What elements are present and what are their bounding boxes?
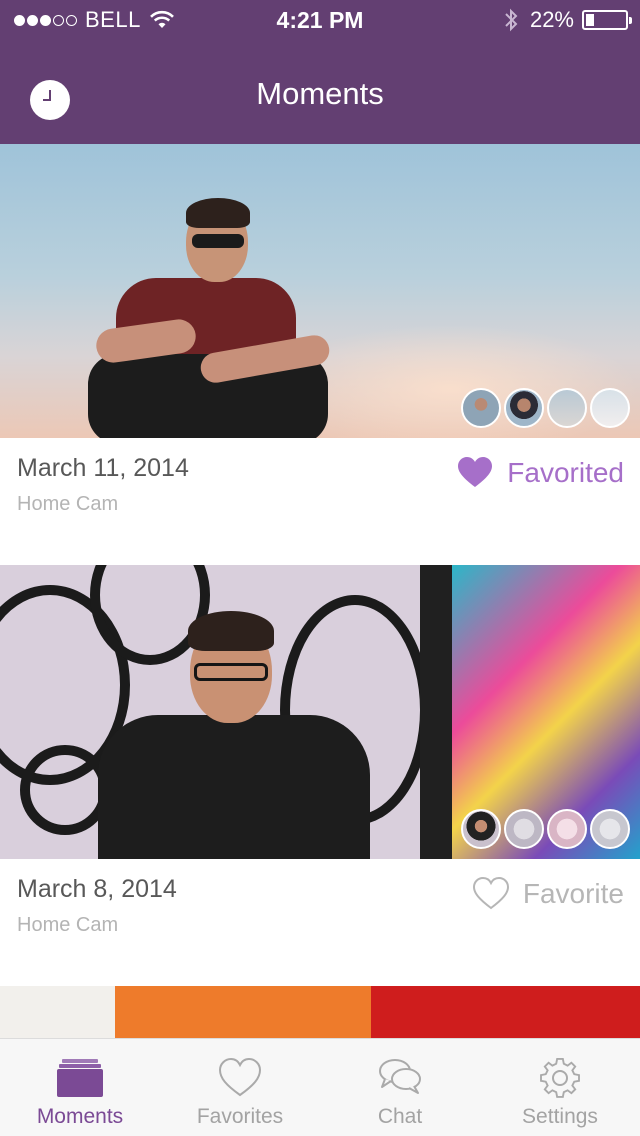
- nav-bar: Moments: [0, 40, 640, 144]
- status-bar: BELL 4:21 PM 22%: [0, 0, 640, 40]
- battery-percent: 22%: [529, 7, 574, 32]
- moments-icon: [57, 1059, 103, 1097]
- heart-filled-icon: [458, 457, 493, 487]
- bluetooth-icon: [505, 8, 518, 32]
- moment-source: Home Cam: [17, 914, 119, 936]
- battery-icon: [582, 10, 632, 30]
- battery-fill: [586, 14, 594, 26]
- tab-label: Chat: [377, 1105, 423, 1128]
- tab-bar: Moments Favorites Chat Settings: [0, 1038, 640, 1136]
- moment-photo[interactable]: [0, 144, 640, 438]
- moment-meta: March 11, 2014 Home Cam: [17, 454, 189, 516]
- moment-source: Home Cam: [17, 493, 119, 515]
- moment-meta: March 8, 2014 Home Cam: [17, 875, 177, 937]
- avatar[interactable]: [461, 809, 501, 849]
- viewer-avatars[interactable]: [458, 388, 630, 428]
- tab-favorites[interactable]: Favorites: [160, 1039, 320, 1136]
- tab-label: Settings: [522, 1105, 598, 1128]
- avatar[interactable]: [504, 809, 544, 849]
- tab-moments[interactable]: Moments: [0, 1039, 160, 1136]
- moment-photo-partial[interactable]: [0, 986, 640, 1038]
- moment-card[interactable]: March 8, 2014 Home Cam Favorite: [0, 565, 640, 986]
- tab-label: Favorites: [196, 1105, 284, 1128]
- avatar[interactable]: [547, 809, 587, 849]
- tab-settings[interactable]: Settings: [480, 1039, 640, 1136]
- avatar[interactable]: [590, 809, 630, 849]
- moment-date: March 8, 2014: [17, 875, 177, 903]
- moment-photo[interactable]: [0, 565, 640, 859]
- heart-outline-icon: [472, 877, 509, 910]
- moment-card[interactable]: March 11, 2014 Home Cam Favorited: [0, 144, 640, 565]
- avatar[interactable]: [590, 388, 630, 428]
- viewer-avatars[interactable]: [458, 809, 630, 849]
- favorite-label: Favorite: [522, 877, 624, 909]
- favorite-label: Favorited: [507, 456, 624, 488]
- favorite-button[interactable]: Favorited: [457, 456, 624, 489]
- moment-date: March 11, 2014: [17, 454, 189, 482]
- tab-label: Moments: [36, 1105, 124, 1128]
- moments-feed[interactable]: March 11, 2014 Home Cam Favorited March …: [0, 144, 640, 1038]
- page-title: Moments: [256, 76, 384, 111]
- heart-icon: [218, 1057, 262, 1097]
- chat-icon: [379, 1059, 421, 1094]
- status-right: 22%: [504, 7, 632, 33]
- avatar[interactable]: [504, 388, 544, 428]
- avatar[interactable]: [547, 388, 587, 428]
- tab-chat[interactable]: Chat: [320, 1039, 480, 1136]
- gear-icon: [540, 1057, 580, 1098]
- favorite-button[interactable]: Favorite: [472, 877, 624, 910]
- avatar[interactable]: [461, 388, 501, 428]
